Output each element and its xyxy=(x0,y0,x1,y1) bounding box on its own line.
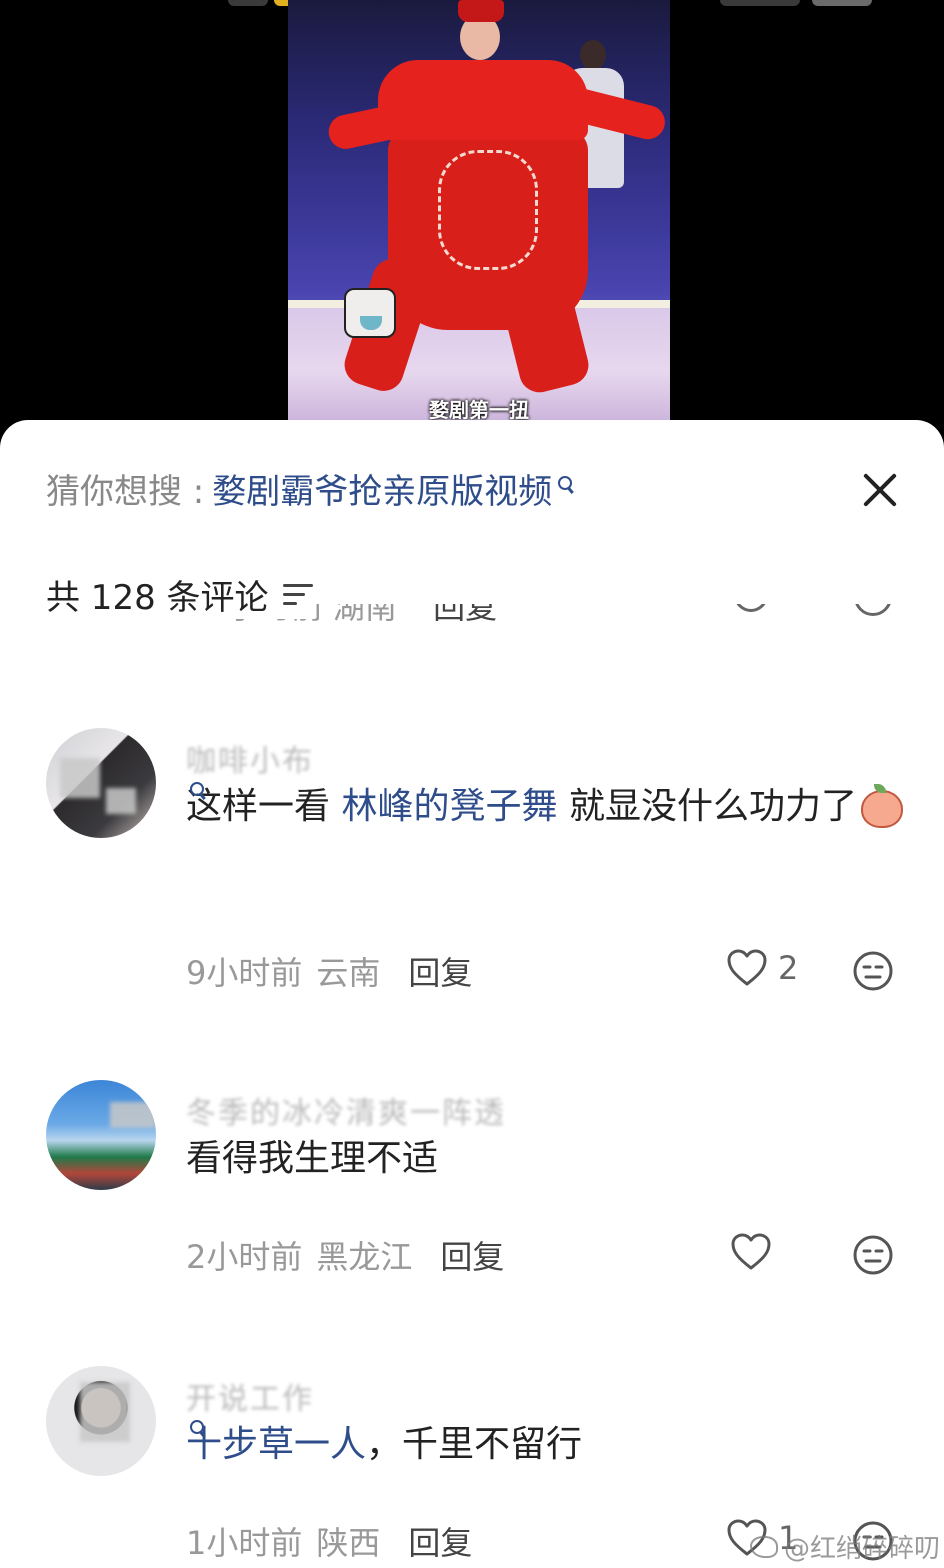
username[interactable]: 开说工作 xyxy=(186,1374,314,1418)
comment-sheet: 猜你想搜 : 婺剧霸爷抢亲原版视频 共 128 条评论 15小时前 湖南 回复 … xyxy=(0,420,944,1568)
weibo-icon xyxy=(750,1535,778,1558)
weibo-watermark: @红绡碎碎叨 xyxy=(750,1528,940,1565)
opera-dancer xyxy=(308,0,669,400)
heart-icon[interactable] xyxy=(734,604,768,612)
topic-link-text: 十步草一人 xyxy=(186,1424,367,1465)
reaction-icon[interactable] xyxy=(852,1234,894,1276)
search-icon xyxy=(554,474,576,502)
status-indicator xyxy=(812,0,872,6)
like-button[interactable] xyxy=(730,1232,782,1272)
topic-link[interactable]: 十步草一人 xyxy=(186,1424,366,1465)
comment-time: 2小时前 xyxy=(186,1238,303,1276)
comment-meta: 1小时前 陕西 回复 xyxy=(186,1518,472,1564)
comment-count-label: 共 128 条评论 xyxy=(46,578,269,618)
comment-region: 黑龙江 xyxy=(316,1238,413,1276)
comment-item: 咖啡小布 这样一看 林峰的凳子舞 就显没什么功力了 9小时前 云南 回复 2 xyxy=(0,728,944,1008)
like-button[interactable]: 2 xyxy=(726,948,798,988)
comment-region: 陕西 xyxy=(316,1524,381,1562)
video-caption: 婺剧第一扭 xyxy=(429,398,529,420)
meme-sticker xyxy=(344,288,396,338)
comment-text-part: 这样一看 xyxy=(186,786,331,827)
reply-button[interactable]: 回复 xyxy=(408,1518,472,1564)
comment-count: 共 128 条评论 xyxy=(46,570,315,619)
comment-time: 1小时前 xyxy=(186,1524,303,1562)
video-player[interactable]: 婺剧第一扭 xyxy=(0,0,944,440)
reaction-icon[interactable] xyxy=(854,604,892,616)
heart-icon xyxy=(727,949,767,986)
search-suggestion[interactable]: 猜你想搜 : 婺剧霸爷抢亲原版视频 xyxy=(46,464,576,512)
sort-icon[interactable] xyxy=(282,582,315,608)
status-indicator xyxy=(720,0,800,6)
username[interactable]: 冬季的冰冷清爽一阵透 xyxy=(186,1088,506,1132)
reaction-icon[interactable] xyxy=(852,950,894,992)
topic-link-text: 林峰的凳子舞 xyxy=(341,786,558,827)
search-suggestion-prefix: 猜你想搜 : xyxy=(46,471,205,512)
avatar[interactable] xyxy=(46,728,156,838)
topic-link[interactable]: 林峰的凳子舞 xyxy=(341,786,557,827)
comment-meta: 9小时前 云南 回复 xyxy=(186,948,472,994)
like-count: 2 xyxy=(778,949,799,987)
reply-button[interactable]: 回复 xyxy=(433,604,497,626)
reply-button[interactable]: 回复 xyxy=(408,948,472,994)
avatar[interactable] xyxy=(46,1080,156,1190)
search-suggestion-query[interactable]: 婺剧霸爷抢亲原版视频 xyxy=(212,464,552,513)
close-icon[interactable] xyxy=(856,466,904,514)
status-indicator xyxy=(228,0,268,6)
peach-emoji-icon xyxy=(857,784,903,828)
comment-meta: 2小时前 黑龙江 回复 xyxy=(186,1232,504,1278)
comment-text-part: 就显没什么功力了 xyxy=(568,786,857,827)
avatar[interactable] xyxy=(46,1366,156,1476)
heart-icon xyxy=(731,1233,771,1270)
comment-text-part: ，千里不留行 xyxy=(366,1424,583,1465)
comment-region: 云南 xyxy=(316,954,381,992)
video-frame[interactable]: 婺剧第一扭 xyxy=(288,0,670,420)
username[interactable]: 咖啡小布 xyxy=(186,736,314,780)
comment-text: 这样一看 林峰的凳子舞 就显没什么功力了 xyxy=(186,780,906,834)
comment-text: 十步草一人，千里不留行 xyxy=(186,1418,906,1472)
comment-item: 冬季的冰冷清爽一阵透 看得我生理不适 2小时前 黑龙江 回复 xyxy=(0,1080,944,1300)
watermark-text: @红绡碎碎叨 xyxy=(784,1534,941,1564)
comment-text: 看得我生理不适 xyxy=(186,1138,439,1179)
comment-time: 9小时前 xyxy=(186,954,303,992)
reply-button[interactable]: 回复 xyxy=(440,1232,504,1278)
